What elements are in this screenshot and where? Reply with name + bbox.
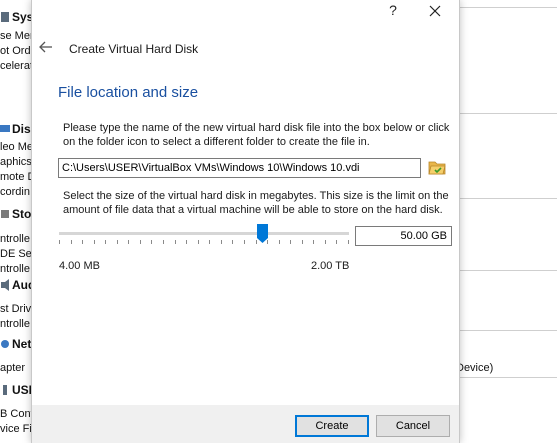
size-slider-ticks xyxy=(59,240,349,244)
bg-section-storage: Sto xyxy=(0,207,31,221)
divider xyxy=(458,7,557,8)
divider xyxy=(458,113,557,114)
system-icon xyxy=(0,11,10,23)
size-input[interactable] xyxy=(355,226,452,246)
audio-icon xyxy=(0,279,10,291)
size-description: Select the size of the virtual hard disk… xyxy=(63,190,449,216)
divider xyxy=(458,270,557,271)
min-size-label: 4.00 MB xyxy=(59,260,100,272)
bg-section-network: Net xyxy=(0,337,31,351)
bg-line: B Cont xyxy=(0,408,34,420)
wizard-title: Create Virtual Hard Disk xyxy=(69,42,199,56)
close-button[interactable] xyxy=(424,0,446,22)
bg-network-device-text: Device) xyxy=(456,362,494,374)
arrow-left-icon xyxy=(39,41,52,53)
divider xyxy=(458,330,557,331)
choose-folder-button[interactable] xyxy=(428,158,446,176)
display-icon xyxy=(0,123,10,135)
back-button[interactable] xyxy=(38,39,54,55)
storage-icon xyxy=(0,208,10,220)
bg-section-display: Dis xyxy=(0,122,31,136)
bg-line: cordin xyxy=(0,186,30,198)
background-right-pane xyxy=(458,0,557,443)
bg-line: st Driv xyxy=(0,303,32,315)
folder-icon xyxy=(428,161,446,175)
max-size-label: 2.00 TB xyxy=(311,260,350,272)
usb-icon xyxy=(0,384,10,396)
location-description: Please type the name of the new virtual … xyxy=(63,122,450,148)
bg-line: ntrolle xyxy=(0,263,30,275)
close-icon xyxy=(429,5,441,17)
bg-line: apter xyxy=(0,362,26,374)
bg-line: ntrolle xyxy=(0,233,30,245)
bg-line: celerat xyxy=(0,60,34,72)
slider-thumb-icon xyxy=(256,224,268,243)
bg-line: aphics xyxy=(0,156,32,168)
help-button[interactable]: ? xyxy=(383,2,403,20)
create-virtual-hard-disk-dialog: ? Create Virtual Hard Disk File location… xyxy=(31,0,460,443)
cancel-button[interactable]: Cancel xyxy=(376,415,450,437)
divider xyxy=(458,377,557,378)
page-title: File location and size xyxy=(58,84,199,101)
file-path-input[interactable] xyxy=(58,158,421,178)
bg-line: ot Ord xyxy=(0,45,31,57)
create-button[interactable]: Create xyxy=(295,415,369,437)
size-slider-thumb[interactable] xyxy=(256,224,268,243)
bg-line: ntrolle xyxy=(0,318,30,330)
size-slider-track[interactable] xyxy=(59,232,349,235)
bg-section-system: Sys xyxy=(0,10,33,24)
bg-line: vice Fil xyxy=(0,423,35,435)
divider xyxy=(458,198,557,199)
network-icon xyxy=(0,338,10,350)
